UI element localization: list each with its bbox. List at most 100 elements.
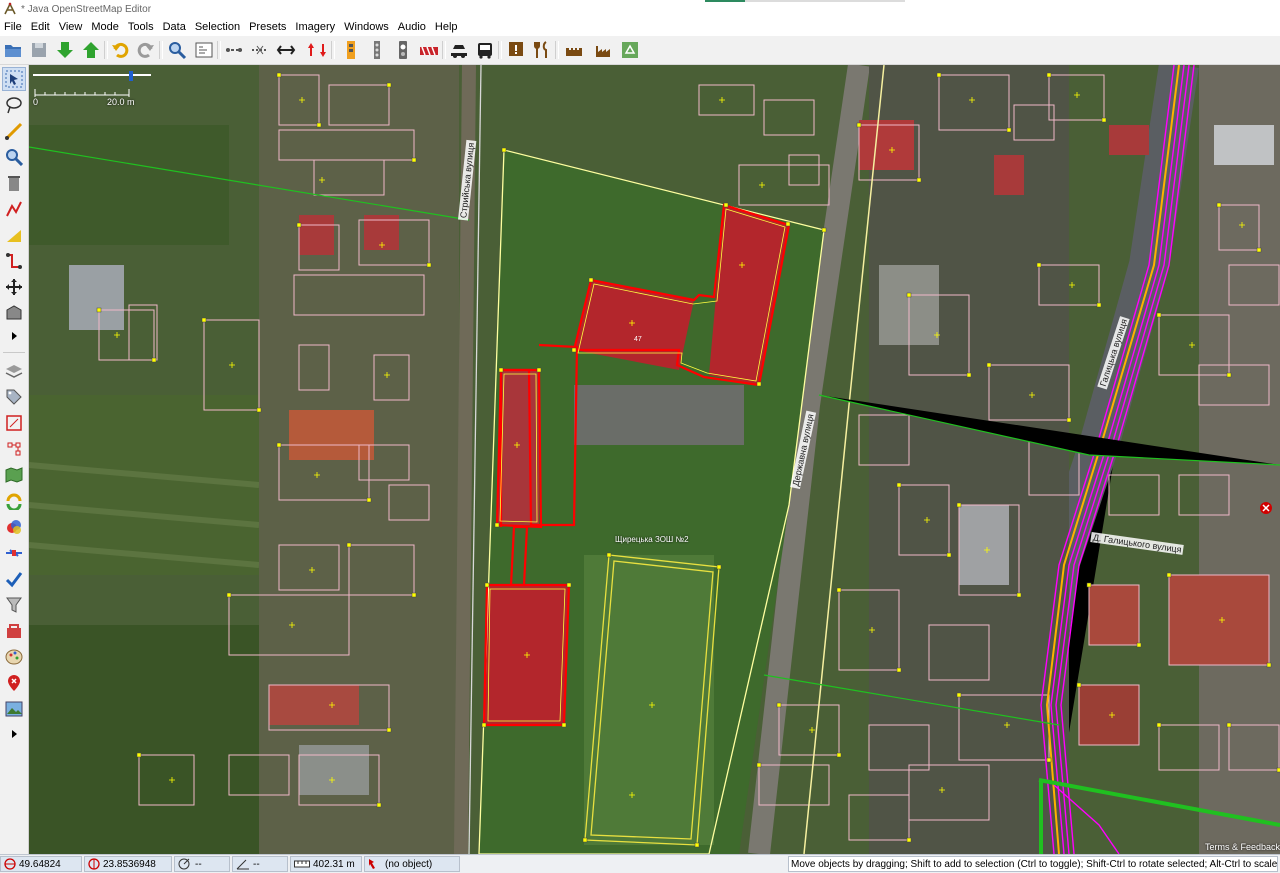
car-icon[interactable] (448, 39, 470, 61)
save-icon[interactable] (28, 39, 50, 61)
object-value: (no object) (385, 858, 433, 870)
barrier-icon[interactable] (418, 39, 440, 61)
toolbar-separator (104, 41, 108, 59)
redo-icon[interactable] (135, 39, 157, 61)
factory-icon[interactable] (593, 39, 615, 61)
filter-icon[interactable] (2, 515, 26, 539)
main-toolbar (0, 36, 1280, 65)
heading-icon (178, 858, 190, 870)
extrude-icon[interactable] (2, 249, 26, 273)
distance-field: 402.31 m (290, 856, 362, 872)
select-mode-icon[interactable] (2, 67, 26, 91)
distance-value: 402.31 m (313, 858, 355, 870)
validator-icon[interactable] (2, 437, 26, 461)
menu-bar: File Edit View Mode Tools Data Selection… (0, 18, 1280, 36)
toolbar-separator (3, 352, 25, 353)
castle-icon[interactable] (563, 39, 585, 61)
move-icon[interactable] (2, 275, 26, 299)
reverse-way-icon[interactable] (306, 39, 328, 61)
map-paint-icon[interactable] (2, 463, 26, 487)
upload-icon[interactable] (80, 39, 102, 61)
school-name-label: Щирецька ЗОШ №2 (615, 535, 689, 544)
warnings-icon[interactable] (2, 619, 26, 643)
parallel-way-icon[interactable] (2, 223, 26, 247)
menu-selection[interactable]: Selection (191, 21, 245, 33)
menu-mode[interactable]: Mode (87, 21, 124, 33)
street-lamp-icon[interactable] (366, 39, 388, 61)
toggle-icon[interactable] (2, 593, 26, 617)
map-view[interactable]: 0 20.0 m 47 Щирецька ЗОШ №2 Стрийська ву… (29, 65, 1280, 854)
menu-audio[interactable]: Audio (394, 21, 431, 33)
authors-icon[interactable] (2, 567, 26, 591)
changeset-icon[interactable] (2, 541, 26, 565)
preferences-icon[interactable] (193, 39, 215, 61)
menu-help[interactable]: Help (431, 21, 463, 33)
menu-imagery[interactable]: Imagery (291, 21, 340, 33)
draw-mode-icon[interactable] (2, 119, 26, 143)
building-tool-icon[interactable] (2, 301, 26, 325)
undo-icon[interactable] (109, 39, 131, 61)
scale-bar: 0 20.0 m (33, 71, 153, 111)
menu-file[interactable]: File (0, 21, 27, 33)
lasso-icon[interactable] (2, 93, 26, 117)
angle-icon (236, 859, 249, 870)
information-board-icon[interactable] (505, 39, 527, 61)
align-in-line-icon[interactable] (223, 39, 245, 61)
toolbar-separator (159, 41, 163, 59)
scale-start-label: 0 (33, 97, 39, 107)
layers-icon[interactable] (2, 359, 26, 383)
window-title: * Java OpenStreetMap Editor (21, 3, 152, 15)
delete-mode-icon[interactable] (2, 171, 26, 195)
object-icon (369, 859, 375, 869)
josm-app-icon (4, 2, 16, 15)
status-message: Move objects by dragging; Shift to add t… (788, 856, 1278, 872)
latitude-icon (4, 858, 16, 870)
menu-view[interactable]: View (55, 21, 88, 33)
tags-icon[interactable] (2, 385, 26, 409)
open-file-icon[interactable] (2, 39, 24, 61)
toolbar-separator (217, 41, 221, 59)
menu-data[interactable]: Data (159, 21, 191, 33)
recycling-icon[interactable] (619, 39, 641, 61)
scale-end-label: 20.0 m (107, 97, 135, 107)
zoom-mode-icon[interactable] (2, 145, 26, 169)
align-in-circle-icon[interactable] (249, 39, 271, 61)
toolbar-separator (442, 41, 446, 59)
menu-presets[interactable]: Presets (245, 21, 291, 33)
traffic-light-icon[interactable] (392, 39, 414, 61)
conflict-icon[interactable] (2, 489, 26, 513)
title-bar: * Java OpenStreetMap Editor (0, 0, 1280, 18)
heading-value: -- (195, 858, 202, 870)
traffic-signals-icon[interactable] (340, 39, 362, 61)
more-icon[interactable] (2, 327, 26, 345)
more-icon[interactable] (2, 725, 26, 743)
title-strip (705, 0, 745, 2)
menu-tools[interactable]: Tools (124, 21, 159, 33)
split-way-icon[interactable] (275, 39, 297, 61)
improve-way-icon[interactable] (2, 197, 26, 221)
ruler-icon (294, 860, 310, 868)
bus-icon[interactable] (474, 39, 496, 61)
longitude-value: 23.8536948 (103, 858, 156, 870)
zoom-preferences-icon[interactable] (166, 39, 188, 61)
relations-icon[interactable] (2, 411, 26, 435)
restaurant-icon[interactable] (531, 39, 553, 61)
terms-feedback-link[interactable]: Terms & Feedback (1205, 842, 1280, 852)
notes-icon[interactable] (2, 671, 26, 695)
longitude-field: 23.8536948 (84, 856, 172, 872)
menu-edit[interactable]: Edit (27, 21, 55, 33)
status-message-text: Move objects by dragging; Shift to add t… (791, 858, 1278, 870)
image-icon[interactable] (2, 697, 26, 721)
download-icon[interactable] (54, 39, 76, 61)
toolbar-separator (498, 41, 502, 59)
longitude-icon (88, 858, 100, 870)
scale-ruler (33, 71, 151, 97)
menu-windows[interactable]: Windows (340, 21, 394, 33)
object-field: (no object) (364, 856, 460, 872)
status-bar: 49.64824 23.8536948 -- -- 402.31 m (no o… (0, 854, 1280, 873)
angle-field: -- (232, 856, 288, 872)
mappaint-style-icon[interactable] (2, 645, 26, 669)
latitude-field: 49.64824 (0, 856, 82, 872)
latitude-value: 49.64824 (19, 858, 61, 870)
angle-value: -- (253, 858, 260, 870)
